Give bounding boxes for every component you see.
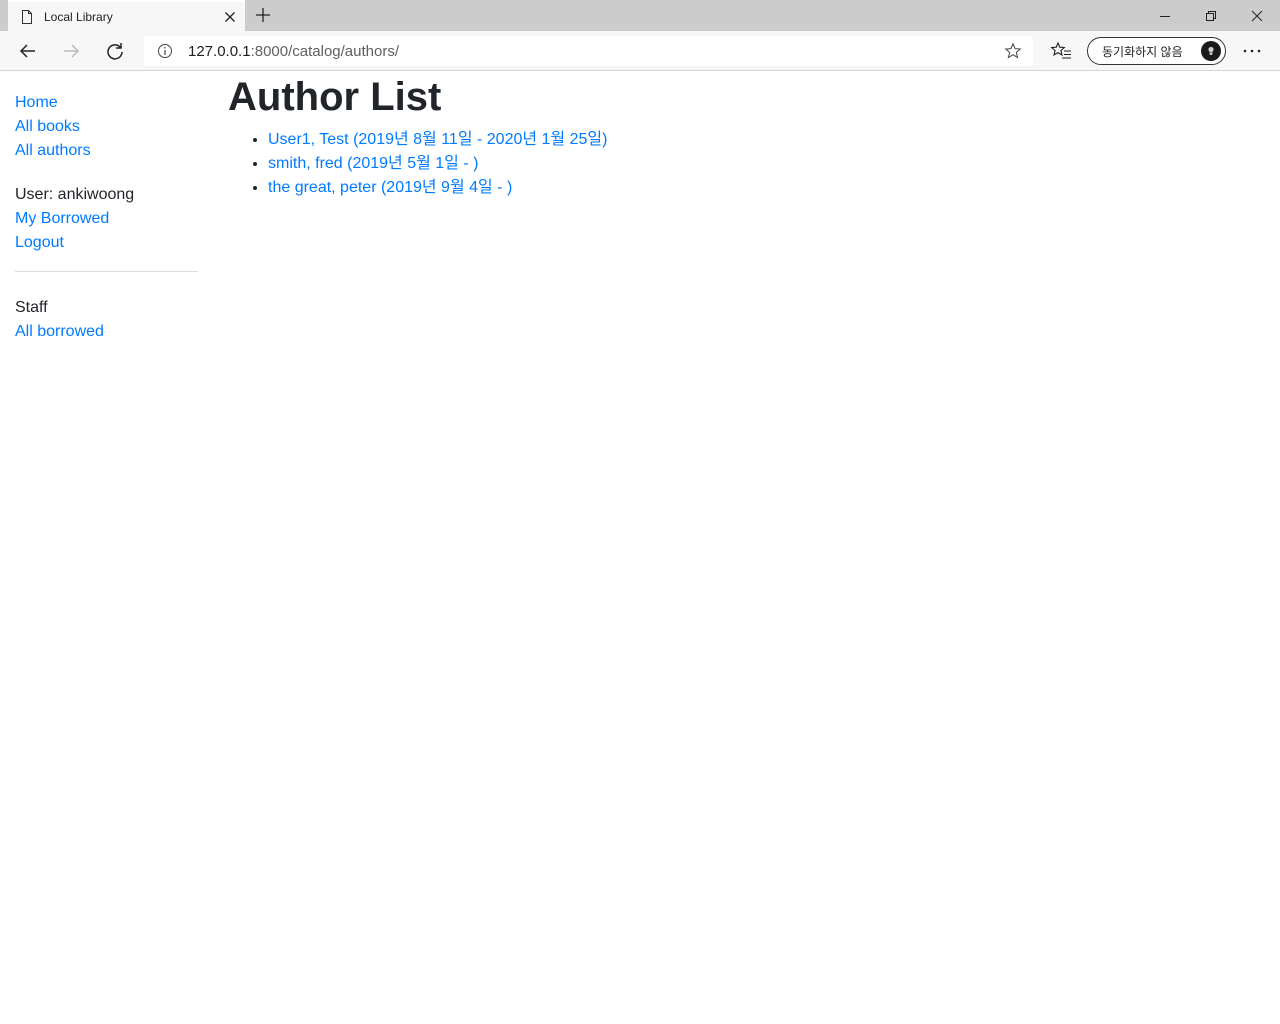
url-text[interactable]: 127.0.0.1:8000/catalog/authors/ xyxy=(188,43,399,60)
title-bar: Local Library xyxy=(0,0,1280,31)
more-button[interactable] xyxy=(1238,39,1266,63)
arrow-left-icon xyxy=(19,44,35,58)
close-icon[interactable] xyxy=(222,9,238,25)
profile-sync-button[interactable]: 동기화하지 않음 xyxy=(1087,37,1226,65)
sidebar-link-logout[interactable]: Logout xyxy=(15,234,64,251)
back-button[interactable] xyxy=(14,37,42,65)
avatar xyxy=(1201,41,1221,61)
window-close-icon xyxy=(1251,10,1263,21)
browser-toolbar: 127.0.0.1:8000/catalog/authors/ 동기화하지 않음 xyxy=(0,31,1280,71)
sidebar: Home All books All authors User: ankiwoo… xyxy=(15,91,198,344)
refresh-icon xyxy=(107,43,123,60)
restore-button[interactable] xyxy=(1188,0,1234,31)
minimize-button[interactable] xyxy=(1142,0,1188,31)
page-icon xyxy=(22,10,32,24)
restore-icon xyxy=(1206,10,1216,21)
sidebar-link-all-authors[interactable]: All authors xyxy=(15,142,91,159)
sidebar-nav: Home All books All authors xyxy=(15,91,198,163)
list-item: smith, fred (2019년 5월 1일 - ) xyxy=(268,152,1258,176)
author-link[interactable]: smith, fred (2019년 5월 1일 - ) xyxy=(268,155,478,172)
author-list: User1, Test (2019년 8월 11일 - 2020년 1월 25일… xyxy=(228,128,1258,200)
staff-label: Staff xyxy=(15,299,48,316)
forward-button[interactable] xyxy=(57,37,85,65)
sidebar-link-home[interactable]: Home xyxy=(15,94,58,111)
refresh-button[interactable] xyxy=(101,37,129,65)
minimize-icon xyxy=(1160,15,1170,17)
user-section: User: ankiwoong My Borrowed Logout xyxy=(15,183,198,255)
main-content: Author List User1, Test (2019년 8월 11일 - … xyxy=(228,72,1258,200)
page-title: Author List xyxy=(228,75,442,119)
star-icon[interactable] xyxy=(1004,42,1022,60)
staff-section: Staff All borrowed xyxy=(15,296,198,344)
info-icon[interactable] xyxy=(157,43,173,59)
sidebar-link-all-books[interactable]: All books xyxy=(15,118,80,135)
list-item: the great, peter (2019년 9월 4일 - ) xyxy=(268,176,1258,200)
sidebar-divider xyxy=(15,271,198,272)
address-bar[interactable]: 127.0.0.1:8000/catalog/authors/ xyxy=(144,36,1033,66)
url-path: :8000/catalog/authors/ xyxy=(250,43,400,60)
browser-tab[interactable]: Local Library xyxy=(8,0,245,31)
page-viewport: Home All books All authors User: ankiwoo… xyxy=(0,72,1280,1024)
window-close-button[interactable] xyxy=(1234,0,1280,31)
author-link[interactable]: the great, peter (2019년 9월 4일 - ) xyxy=(268,179,512,196)
sync-label: 동기화하지 않음 xyxy=(1102,45,1183,59)
url-host: 127.0.0.1 xyxy=(188,43,251,60)
tab-title: Local Library xyxy=(44,10,113,24)
plus-icon[interactable] xyxy=(253,5,273,25)
sidebar-link-my-borrowed[interactable]: My Borrowed xyxy=(15,210,109,227)
author-link[interactable]: User1, Test (2019년 8월 11일 - 2020년 1월 25일… xyxy=(268,131,607,148)
user-label: User: ankiwoong xyxy=(15,186,135,203)
list-item: User1, Test (2019년 8월 11일 - 2020년 1월 25일… xyxy=(268,128,1258,152)
favorites-list-icon[interactable] xyxy=(1050,41,1072,61)
profile-icon xyxy=(1208,46,1214,55)
sidebar-link-all-borrowed[interactable]: All borrowed xyxy=(15,323,104,340)
arrow-right-icon xyxy=(64,44,80,58)
ellipsis-icon xyxy=(1243,49,1261,53)
